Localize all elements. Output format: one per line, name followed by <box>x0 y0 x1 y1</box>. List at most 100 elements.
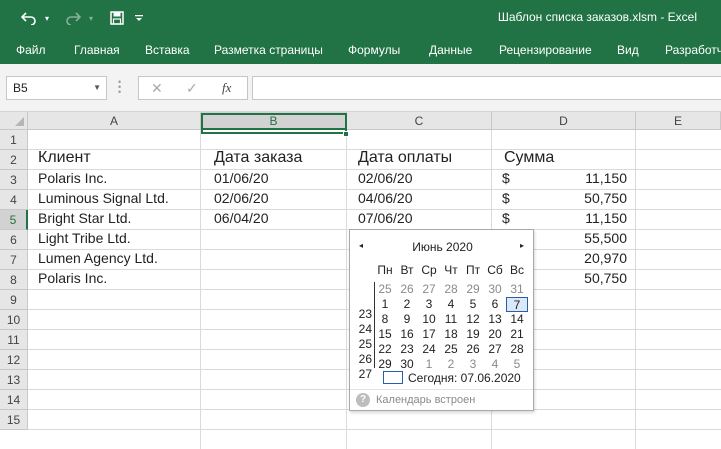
cancel-icon[interactable]: ✕ <box>151 80 163 97</box>
calendar-day[interactable]: 16 <box>396 327 418 342</box>
calendar-day[interactable]: 19 <box>462 327 484 342</box>
cell-client[interactable]: Polaris Inc. <box>38 268 107 288</box>
calendar-day[interactable]: 5 <box>506 357 528 372</box>
calendar-day[interactable]: 1 <box>374 297 396 312</box>
calendar-day[interactable]: 29 <box>462 282 484 297</box>
calendar-day[interactable]: 18 <box>440 327 462 342</box>
calendar-day[interactable]: 30 <box>484 282 506 297</box>
calendar-day[interactable]: 27 <box>484 342 506 357</box>
tab-formulas[interactable]: Формулы <box>348 43 400 57</box>
cell-amount[interactable]: 20,970 <box>560 248 627 268</box>
calendar-day[interactable]: 28 <box>506 342 528 357</box>
cell-payment-date[interactable]: 02/06/20 <box>358 168 413 188</box>
tab-page-layout[interactable]: Разметка страницы <box>214 43 323 57</box>
tab-data[interactable]: Данные <box>429 43 472 57</box>
cell-amount[interactable]: 55,500 <box>560 228 627 248</box>
calendar-month-label[interactable]: Июнь 2020 <box>350 240 535 254</box>
calendar-day[interactable]: 4 <box>440 297 462 312</box>
customize-icon[interactable] <box>128 7 150 29</box>
calendar-day[interactable]: 14 <box>506 312 528 327</box>
next-month-icon[interactable]: ▸ <box>520 241 524 250</box>
save-icon[interactable] <box>106 7 128 29</box>
calendar-day[interactable]: 22 <box>374 342 396 357</box>
column-header-d[interactable]: D <box>492 112 636 130</box>
calendar-day[interactable]: 17 <box>418 327 440 342</box>
cell-amount[interactable]: 50,750 <box>560 188 627 208</box>
calendar-day[interactable]: 13 <box>484 312 506 327</box>
row-header-5[interactable]: 5 <box>0 210 28 230</box>
row-header-1[interactable]: 1 <box>0 130 28 150</box>
header-client[interactable]: Клиент <box>38 148 91 168</box>
row-header-12[interactable]: 12 <box>0 350 28 370</box>
calendar-day[interactable]: 8 <box>374 312 396 327</box>
calendar-day[interactable]: 26 <box>462 342 484 357</box>
cell-currency[interactable]: $ <box>502 168 510 188</box>
calendar-day[interactable]: 30 <box>396 357 418 372</box>
calendar-day[interactable]: 29 <box>374 357 396 372</box>
row-header-10[interactable]: 10 <box>0 310 28 330</box>
calendar-day-selected[interactable]: 7 <box>506 297 528 312</box>
row-header-11[interactable]: 11 <box>0 330 28 350</box>
calendar-day[interactable]: 9 <box>396 312 418 327</box>
formula-input[interactable] <box>252 76 721 100</box>
calendar-day[interactable]: 11 <box>440 312 462 327</box>
cell-order-date[interactable]: 01/06/20 <box>214 168 269 188</box>
calendar-day[interactable]: 6 <box>484 297 506 312</box>
tab-developer[interactable]: Разработч <box>665 43 721 57</box>
cell-amount[interactable]: 11,150 <box>560 208 627 228</box>
cell-client[interactable]: Luminous Signal Ltd. <box>38 188 169 208</box>
name-box-dropdown-icon[interactable]: ▼ <box>93 83 101 92</box>
cell-currency[interactable]: $ <box>502 188 510 208</box>
tab-home[interactable]: Главная <box>74 43 120 57</box>
cell-amount[interactable]: 50,750 <box>560 268 627 288</box>
calendar-day[interactable]: 1 <box>418 357 440 372</box>
cell-payment-date[interactable]: 04/06/20 <box>358 188 413 208</box>
calendar-day[interactable]: 12 <box>462 312 484 327</box>
calendar-day[interactable]: 20 <box>484 327 506 342</box>
calendar-day[interactable]: 21 <box>506 327 528 342</box>
calendar-day[interactable]: 2 <box>440 357 462 372</box>
row-header-2[interactable]: 2 <box>0 150 28 170</box>
calendar-day[interactable]: 25 <box>440 342 462 357</box>
row-header-13[interactable]: 13 <box>0 370 28 390</box>
tab-review[interactable]: Рецензирование <box>499 43 592 57</box>
tab-view[interactable]: Вид <box>617 43 639 57</box>
cell-client[interactable]: Lumen Agency Ltd. <box>38 248 158 268</box>
calendar-day[interactable]: 26 <box>396 282 418 297</box>
cell-currency[interactable]: $ <box>502 208 510 228</box>
calendar-day[interactable]: 28 <box>440 282 462 297</box>
help-icon[interactable]: ? <box>356 393 370 407</box>
row-header-6[interactable]: 6 <box>0 230 28 250</box>
tab-insert[interactable]: Вставка <box>145 43 190 57</box>
column-header-c[interactable]: C <box>347 112 492 130</box>
row-header-4[interactable]: 4 <box>0 190 28 210</box>
calendar-day[interactable]: 24 <box>418 342 440 357</box>
cell-amount[interactable]: 11,150 <box>560 168 627 188</box>
row-header-7[interactable]: 7 <box>0 250 28 270</box>
header-payment-date[interactable]: Дата оплаты <box>358 148 452 168</box>
row-header-15[interactable]: 15 <box>0 410 28 430</box>
calendar-day[interactable]: 5 <box>462 297 484 312</box>
insert-function-icon[interactable]: fx <box>222 80 231 96</box>
redo-dropdown-icon[interactable]: ▾ <box>80 7 102 29</box>
active-cell-b5[interactable] <box>201 113 347 134</box>
enter-icon[interactable]: ✓ <box>186 80 198 97</box>
calendar-day[interactable]: 27 <box>418 282 440 297</box>
undo-dropdown-icon[interactable]: ▾ <box>36 7 58 29</box>
calendar-day[interactable]: 2 <box>396 297 418 312</box>
column-header-a[interactable]: A <box>28 112 201 130</box>
calendar-day[interactable]: 4 <box>484 357 506 372</box>
calendar-day[interactable]: 3 <box>462 357 484 372</box>
calendar-day[interactable]: 10 <box>418 312 440 327</box>
cell-order-date[interactable]: 06/04/20 <box>214 208 269 228</box>
column-header-e[interactable]: E <box>636 112 721 130</box>
calendar-day[interactable]: 23 <box>396 342 418 357</box>
tab-file[interactable]: Файл <box>16 43 46 57</box>
calendar-day[interactable]: 3 <box>418 297 440 312</box>
header-order-date[interactable]: Дата заказа <box>214 148 302 168</box>
cell-client[interactable]: Light Tribe Ltd. <box>38 228 131 248</box>
row-header-3[interactable]: 3 <box>0 170 28 190</box>
calendar-day[interactable]: 15 <box>374 327 396 342</box>
header-amount[interactable]: Сумма <box>504 148 554 168</box>
fill-handle[interactable] <box>343 131 349 137</box>
